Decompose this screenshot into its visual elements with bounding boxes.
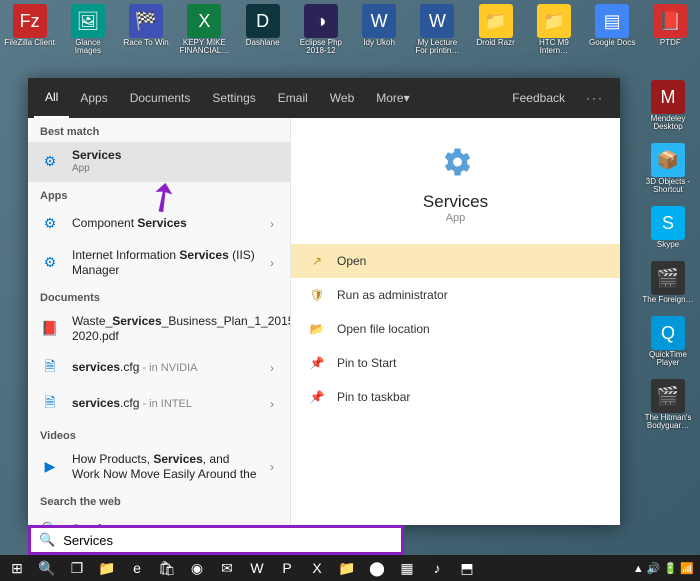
action-pin-to-taskbar[interactable]: 📌 Pin to taskbar — [291, 380, 620, 414]
file-icon: 🗎 — [38, 392, 62, 416]
chevron-right-icon: › — [270, 361, 280, 375]
action-icon: 📌 — [309, 390, 325, 404]
desktop-icon-filezilla[interactable]: Fz FileZilla Client — [4, 4, 55, 55]
desktop-icon-idy[interactable]: W Idy Ukoh — [354, 4, 405, 55]
chevron-right-icon: › — [270, 460, 280, 474]
taskbar-excel[interactable]: X — [302, 557, 332, 579]
list-item[interactable]: ▶ How Products, Services, and Work Now M… — [28, 446, 290, 488]
best-match-title: Services — [72, 148, 121, 162]
chevron-right-icon: › — [270, 397, 280, 411]
desktop-icon-ptdf[interactable]: 📕 PTDF — [645, 4, 696, 55]
action-icon: 📌 — [309, 356, 325, 370]
taskbar-store[interactable]: 🛍 — [152, 557, 182, 579]
action-icon: ↗ — [309, 254, 325, 268]
best-match-sub: App — [72, 163, 280, 176]
taskbar-app3[interactable]: ♪ — [422, 557, 452, 579]
tab-settings[interactable]: Settings — [201, 78, 266, 118]
taskbar: ⊞🔍❐📁e🛍◉✉WPX📁⬤▦♪⬒ ▲ 🔊 🔋 📶 — [0, 555, 700, 581]
desktop-icon-glance[interactable]: 🖼 Glance Images — [62, 4, 113, 55]
action-pin-to-start[interactable]: 📌 Pin to Start — [291, 346, 620, 380]
desktop-icons-right-col: M Mendeley Desktop 📦 3D Objects - Shortc… — [640, 80, 696, 430]
taskbar-word[interactable]: W — [242, 557, 272, 579]
desktop-icon-dashlane[interactable]: D Dashlane — [237, 4, 288, 55]
search-box[interactable]: 🔍 — [28, 525, 404, 555]
search-icon: 🔍 — [39, 532, 55, 548]
action-open-file-location[interactable]: 📂 Open file location — [291, 312, 620, 346]
desktop-icons-top-row: Fz FileZilla Client 🖼 Glance Images 🏁 Ra… — [4, 4, 696, 55]
desktop-icon-mendeley[interactable]: M Mendeley Desktop — [640, 80, 696, 131]
taskbar-explorer[interactable]: 📁 — [92, 557, 122, 579]
taskbar-folder2[interactable]: 📁 — [332, 557, 362, 579]
desktop-icon-hitman[interactable]: 🎬 The Hitman's Bodyguar… — [640, 379, 696, 430]
desktop-icon-droid[interactable]: 📁 Droid Razr — [470, 4, 521, 55]
action-run-as-administrator[interactable]: 🛡 Run as administrator — [291, 278, 620, 312]
taskbar-task-view[interactable]: ❐ — [62, 557, 92, 579]
search-icon: 🔍 — [38, 518, 62, 526]
services-app-icon — [438, 144, 474, 180]
tab-more[interactable]: More ▾ — [365, 78, 420, 118]
tab-documents[interactable]: Documents — [119, 78, 202, 118]
gear-icon: ⚙ — [38, 212, 62, 236]
desktop-icon-skype[interactable]: S Skype — [640, 206, 696, 249]
gear-icon: ⚙ — [38, 150, 62, 174]
feedback-button[interactable]: Feedback — [501, 78, 576, 118]
more-options-button[interactable]: ··· — [576, 91, 614, 105]
taskbar-search[interactable]: 🔍 — [32, 557, 62, 579]
search-scope-tabs: All Apps Documents Settings Email Web Mo… — [28, 78, 620, 118]
section-best-match: Best match — [28, 118, 290, 142]
list-item[interactable]: ⚙ Internet Information Services (IIS) Ma… — [28, 242, 290, 284]
chevron-down-icon: ▾ — [404, 91, 410, 105]
list-item[interactable]: 📕 Waste_Services_Business_Plan_1_2015-20… — [28, 308, 290, 350]
desktop-icon-kepy[interactable]: X KEPY MIKE FINANCIAL… — [179, 4, 230, 55]
desktop-icon-eclipse[interactable]: ◑ Eclipse Php 2018-12 — [295, 4, 346, 55]
preview-title: Services — [423, 192, 488, 212]
chevron-right-icon: › — [270, 256, 280, 270]
desktop-icon-lecture[interactable]: W My Lecture For printin… — [412, 4, 463, 55]
results-list: Best match ⚙ Services App ➚ Apps ⚙ Compo… — [28, 118, 290, 525]
tab-email[interactable]: Email — [267, 78, 319, 118]
system-tray[interactable]: ▲ 🔊 🔋 📶 — [633, 562, 698, 575]
tab-web[interactable]: Web — [319, 78, 365, 118]
search-input[interactable] — [63, 533, 393, 548]
taskbar-edge[interactable]: e — [122, 557, 152, 579]
taskbar-start[interactable]: ⊞ — [2, 557, 32, 579]
desktop-icon-gdocs[interactable]: ▤ Google Docs — [587, 4, 638, 55]
list-item[interactable]: 🗎 services.cfg - in NVIDIA › — [28, 350, 290, 386]
section-web: Search the web — [28, 488, 290, 512]
web-result-item[interactable]: 🔍 Services - See web results › — [28, 512, 290, 526]
tab-apps[interactable]: Apps — [69, 78, 118, 118]
taskbar-app2[interactable]: ▦ — [392, 557, 422, 579]
desktop-icon-3dobjects[interactable]: 📦 3D Objects - Shortcut — [640, 143, 696, 194]
action-open[interactable]: ↗ Open — [291, 244, 620, 278]
taskbar-chrome[interactable]: ◉ — [182, 557, 212, 579]
desktop-icon-quicktime[interactable]: Q QuickTime Player — [640, 316, 696, 367]
file-icon: 🗎 — [38, 356, 62, 380]
action-icon: 🛡 — [309, 288, 325, 302]
preview-sub: App — [446, 212, 466, 224]
taskbar-outlook[interactable]: ✉ — [212, 557, 242, 579]
best-match-item[interactable]: ⚙ Services App — [28, 142, 290, 182]
list-item[interactable]: 🗎 services.cfg - in INTEL › — [28, 386, 290, 422]
desktop-icon-htc[interactable]: 📁 HTC M9 Intern… — [528, 4, 579, 55]
list-item[interactable]: ⚙ Component Services › — [28, 206, 290, 242]
action-icon: 📂 — [309, 322, 325, 336]
section-videos: Videos — [28, 422, 290, 446]
section-apps: Apps — [28, 182, 290, 206]
preview-pane: Services App ↗ Open 🛡 Run as administrat… — [290, 118, 620, 525]
desktop-icon-race[interactable]: 🏁 Race To Win — [121, 4, 172, 55]
taskbar-powerpoint[interactable]: P — [272, 557, 302, 579]
taskbar-app1[interactable]: ⬤ — [362, 557, 392, 579]
gear-icon: ⚙ — [38, 251, 62, 275]
section-documents: Documents — [28, 284, 290, 308]
search-panel: All Apps Documents Settings Email Web Mo… — [28, 78, 620, 525]
tab-all[interactable]: All — [34, 78, 69, 118]
taskbar-app4[interactable]: ⬒ — [452, 557, 482, 579]
video-icon: ▶ — [38, 455, 62, 479]
desktop-icon-foreign[interactable]: 🎬 The Foreign… — [640, 261, 696, 304]
pdf-icon: 📕 — [38, 317, 62, 341]
chevron-right-icon: › — [270, 217, 280, 231]
